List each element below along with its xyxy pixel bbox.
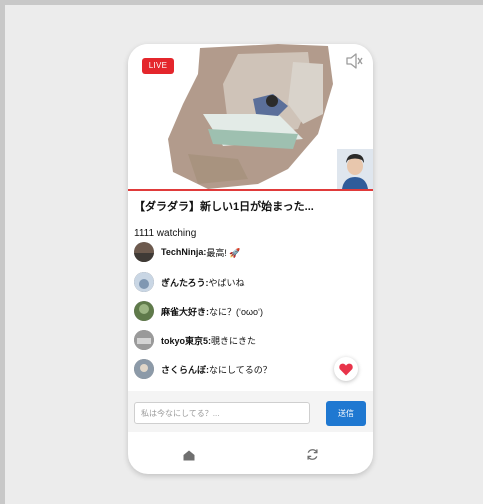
- viewer-count: 1111 watching: [134, 228, 197, 239]
- chat-username: ぎんたろう:: [161, 277, 209, 288]
- like-button[interactable]: [334, 357, 358, 381]
- phone-frame: LIVE 【ダラダラ】新しい1日が始まった... 1111 watching T…: [128, 44, 373, 474]
- live-badge: LIVE: [142, 58, 174, 74]
- chat-username: 麻雀大好き:: [161, 306, 209, 317]
- avatar: [134, 272, 154, 292]
- streamer-camera-thumbnail: [337, 149, 373, 189]
- home-icon[interactable]: [183, 450, 195, 461]
- chat-composer: 送信: [128, 391, 373, 432]
- chat-username: さくらんぼ:: [161, 364, 209, 375]
- speaker-muted-icon[interactable]: [345, 53, 363, 69]
- page-background: LIVE 【ダラダラ】新しい1日が始まった... 1111 watching T…: [5, 5, 483, 504]
- stream-title: 【ダラダラ】新しい1日が始まった...: [134, 201, 314, 213]
- refresh-icon[interactable]: [306, 448, 319, 461]
- chat-message: TechNinja: 最高! 🚀: [134, 241, 364, 263]
- avatar: [134, 330, 154, 350]
- chat-username: tokyo東京5:: [161, 335, 212, 346]
- chat-username: TechNinja:: [161, 247, 207, 257]
- send-button[interactable]: 送信: [326, 401, 366, 426]
- chat-text: やばいね: [208, 277, 245, 288]
- heart-icon: [339, 363, 353, 375]
- chat-text: 最高! 🚀: [206, 247, 241, 258]
- chat-message: さくらんぼ: なにしてるの？: [134, 358, 364, 380]
- bottom-nav: [128, 440, 373, 474]
- chat-message: ぎんたろう: やばいね: [134, 271, 364, 293]
- live-video[interactable]: LIVE: [128, 44, 373, 191]
- chat-text: 覗きにきた: [211, 335, 257, 346]
- chat-text: なにしてるの？: [209, 364, 272, 375]
- message-input[interactable]: [134, 402, 310, 424]
- avatar: [134, 301, 154, 321]
- chat-message: tokyo東京5: 覗きにきた: [134, 329, 364, 351]
- avatar: [134, 359, 154, 379]
- chat-message: 麻雀大好き: なに？(ʻoωoʻ): [134, 300, 364, 322]
- chat-list[interactable]: TechNinja: 最高! 🚀 ぎんたろう: やばいね 麻雀大好き: なに？(…: [134, 241, 364, 383]
- chat-text: なに？(ʻoωoʻ): [209, 306, 264, 317]
- avatar: [134, 242, 154, 262]
- streamer-portrait: [337, 149, 373, 189]
